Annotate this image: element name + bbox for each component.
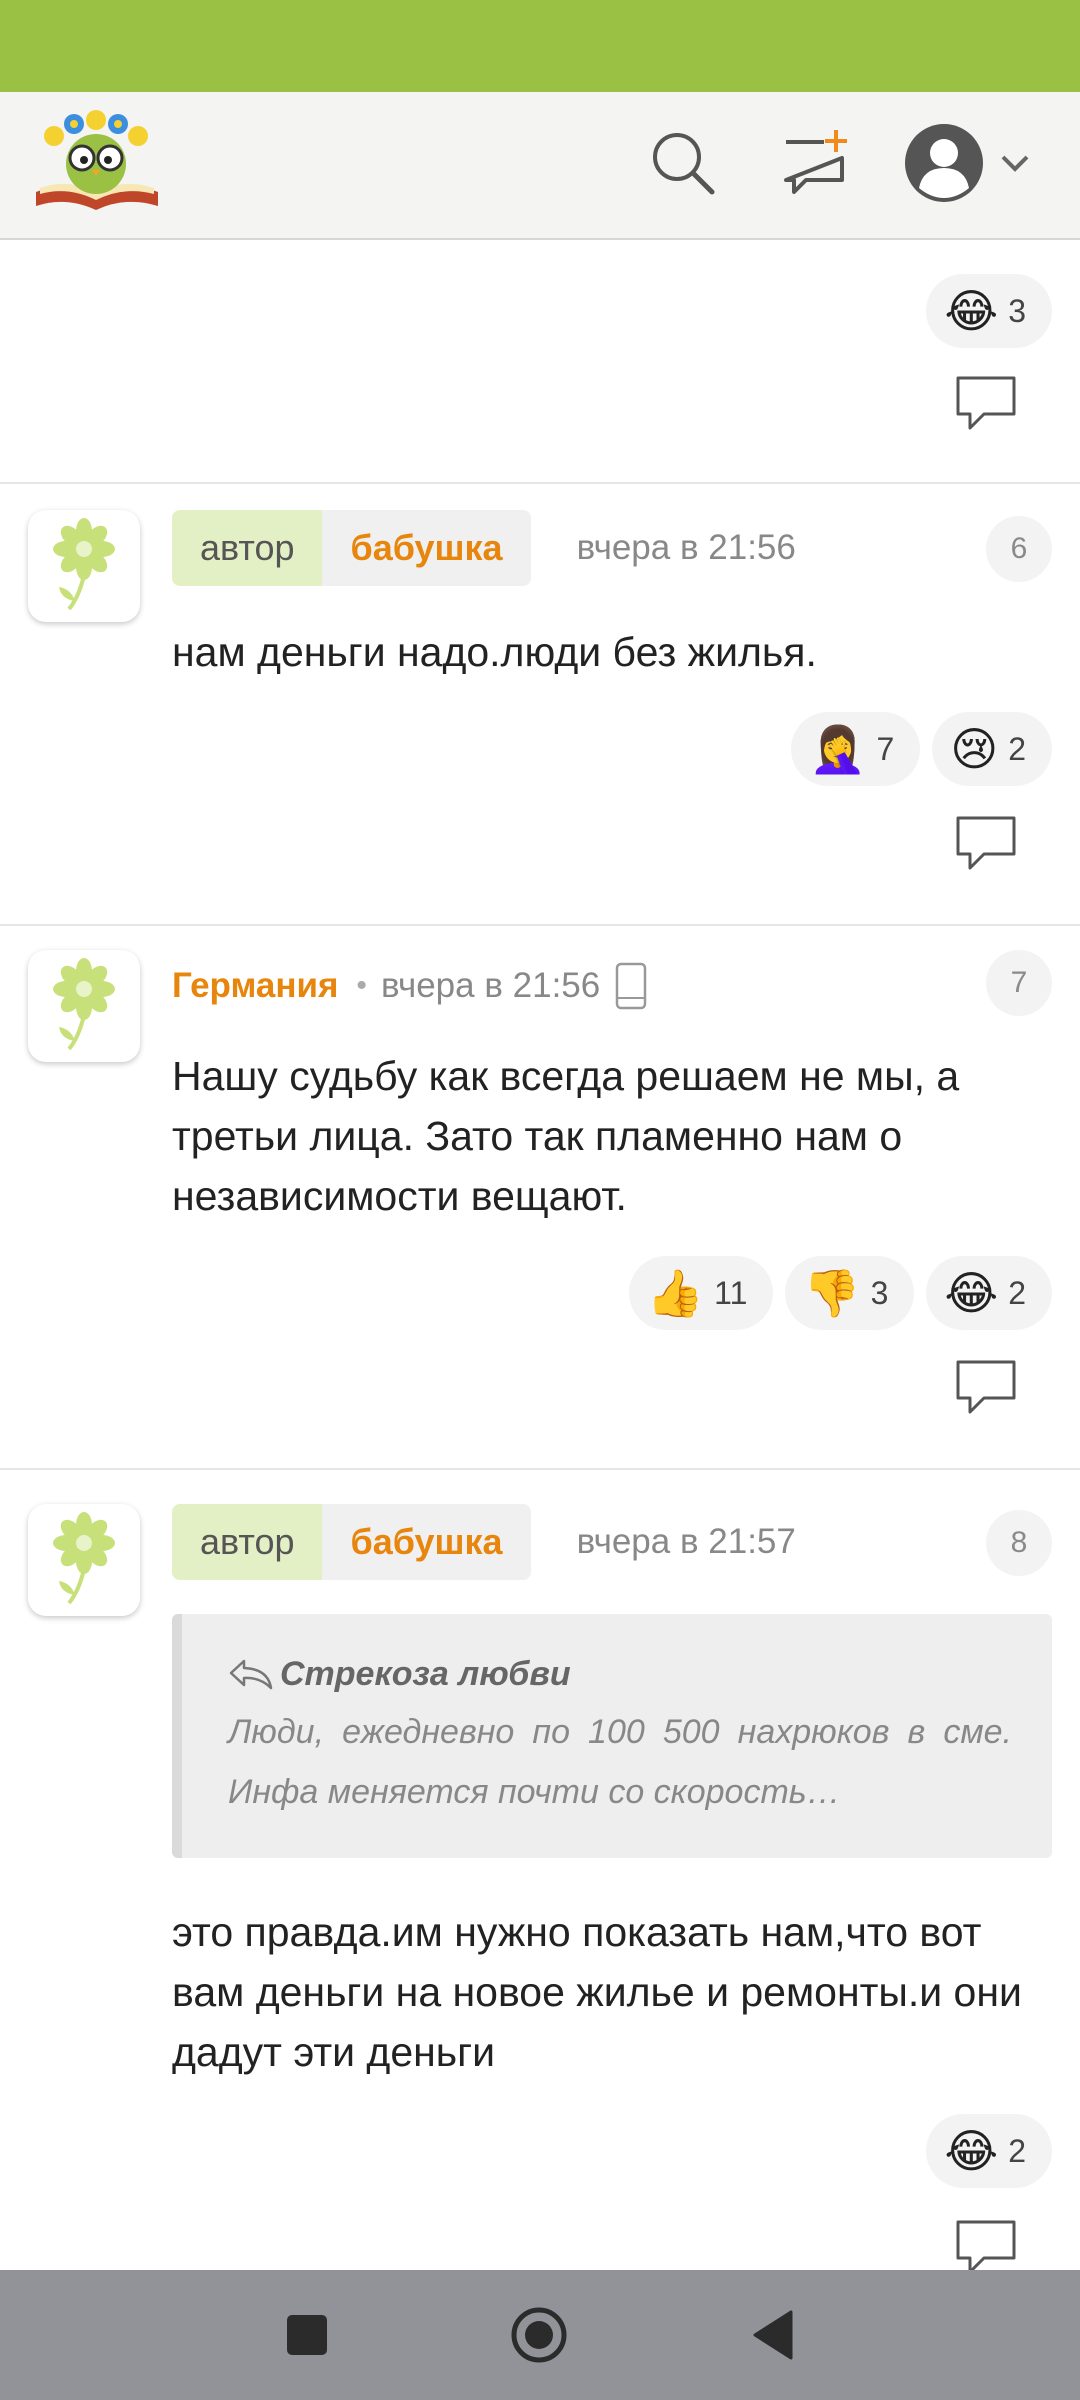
author-badge: автор <box>172 510 323 586</box>
reaction-count: 2 <box>1008 2132 1026 2169</box>
app-header <box>0 92 1080 240</box>
username-link[interactable]: Германия <box>172 966 338 1006</box>
comment-text: нам деньги надо.люди без жилья. <box>172 629 817 675</box>
quote-header: Стрекоза любви <box>228 1650 1012 1698</box>
comments-feed[interactable]: 😂 3 автор бабушка вчера в 21:56 6 нам де… <box>0 242 1080 2270</box>
profile-menu-button[interactable] <box>898 120 1038 206</box>
reaction-thumbs-down[interactable]: 👎 3 <box>785 1256 915 1330</box>
comment-time: вчера в 21:56 <box>576 528 796 567</box>
circle-home-icon <box>511 2307 567 2363</box>
flower-avatar-icon <box>53 958 115 1051</box>
reactions-bar: 😂 3 <box>926 274 1052 348</box>
chevron-down-icon <box>1001 155 1029 172</box>
reply-icon[interactable] <box>954 814 1018 874</box>
reply-icon[interactable] <box>954 1358 1018 1418</box>
reaction-laugh[interactable]: 😂 2 <box>926 2114 1052 2188</box>
comment-time: вчера в 21:56 <box>380 966 601 1005</box>
comment-meta: автор бабушка вчера в 21:56 <box>172 510 796 586</box>
comment-number[interactable]: 8 <box>986 1510 1052 1576</box>
user-avatar[interactable] <box>28 1504 140 1616</box>
quote-author: Стрекоза любви <box>280 1654 571 1693</box>
flower-avatar-icon <box>53 1512 115 1605</box>
user-avatar[interactable] <box>28 510 140 622</box>
comment-meta: Германия • вчера в 21:56 <box>172 948 648 1024</box>
triangle-back-icon <box>753 2310 793 2360</box>
quoted-reply[interactable]: Стрекоза любви Люди, ежедневно по 100 50… <box>172 1614 1052 1858</box>
divider <box>0 1468 1080 1470</box>
comment-text: Нашу судьбу как всегда решаем не мы, а т… <box>172 1053 960 1219</box>
profile-avatar-icon <box>905 124 983 202</box>
user-avatar[interactable] <box>28 950 140 1062</box>
site-logo[interactable] <box>32 106 162 218</box>
comment-number[interactable]: 7 <box>986 950 1052 1016</box>
reply-arrow-icon <box>229 1659 273 1690</box>
reactions-bar: 👍 11 👎 3 😂 2 <box>628 1256 1052 1330</box>
system-navigation-bar <box>0 2270 1080 2400</box>
thumbs-down-emoji-icon: 👎 <box>803 1267 861 1319</box>
reaction-count: 2 <box>1008 730 1026 767</box>
author-badge: автор <box>172 1504 323 1580</box>
reaction-laugh[interactable]: 😂 2 <box>926 1256 1052 1330</box>
mobile-device-icon <box>615 962 647 1010</box>
reaction-count: 3 <box>870 1274 889 1311</box>
reaction-laugh[interactable]: 😂 3 <box>926 274 1052 348</box>
comment-time: вчера в 21:57 <box>576 1522 796 1561</box>
home-button[interactable] <box>494 2290 584 2380</box>
reaction-thumbs-up[interactable]: 👍 11 <box>628 1256 774 1330</box>
reactions-bar: 🤦‍♀️ 7 😢 2 <box>791 712 1052 786</box>
square-recents-icon <box>287 2315 327 2355</box>
meta-separator: • <box>356 969 367 1002</box>
flower-avatar-icon <box>53 518 115 611</box>
crying-emoji-icon: 😢 <box>950 723 999 775</box>
quote-text: Люди, ежедневно по 100 500 нахрюков в см… <box>228 1713 1012 1811</box>
reaction-cry[interactable]: 😢 2 <box>932 712 1052 786</box>
facepalm-emoji-icon: 🤦‍♀️ <box>809 723 867 775</box>
username-link[interactable]: бабушка <box>322 1504 531 1580</box>
reaction-count: 2 <box>1008 1274 1026 1311</box>
back-button[interactable] <box>728 2290 818 2380</box>
search-button[interactable] <box>640 120 726 206</box>
reply-icon[interactable] <box>954 374 1018 434</box>
recents-button[interactable] <box>262 2290 352 2380</box>
reply-icon[interactable] <box>954 2218 1018 2270</box>
laugh-emoji-icon: 😂 <box>944 285 999 337</box>
reaction-count: 7 <box>876 730 895 767</box>
divider <box>0 924 1080 926</box>
reaction-count: 3 <box>1008 292 1026 329</box>
laugh-emoji-icon: 😂 <box>944 2125 999 2177</box>
divider <box>0 482 1080 484</box>
status-bar <box>0 0 1080 92</box>
comment-text: это правда.им нужно показать нам,что вот… <box>172 1909 1022 2075</box>
new-post-button[interactable] <box>772 120 858 206</box>
reaction-facepalm[interactable]: 🤦‍♀️ 7 <box>791 712 921 786</box>
thumbs-up-emoji-icon: 👍 <box>646 1267 705 1319</box>
reactions-bar: 😂 2 <box>926 2114 1052 2188</box>
username-link[interactable]: бабушка <box>322 510 531 586</box>
comment-meta: автор бабушка вчера в 21:57 <box>172 1504 796 1580</box>
reaction-count: 11 <box>714 1274 748 1311</box>
laugh-emoji-icon: 😂 <box>944 1267 999 1319</box>
comment-number[interactable]: 6 <box>986 516 1052 582</box>
search-icon <box>653 133 715 195</box>
new-message-icon <box>784 130 847 194</box>
